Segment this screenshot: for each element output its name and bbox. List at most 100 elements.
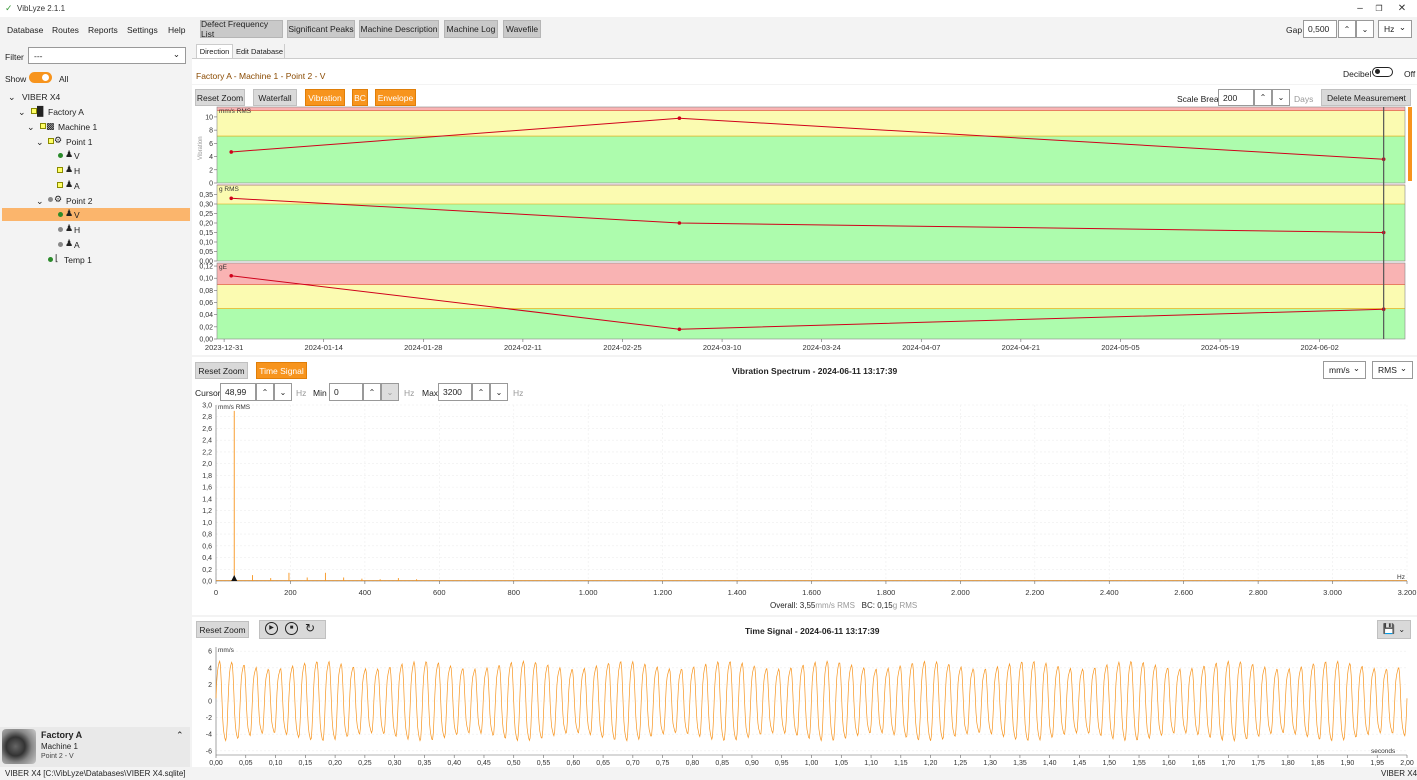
tree-item-point-2-v[interactable]: V: [74, 208, 80, 222]
x-tick-label: 1,55: [1132, 760, 1146, 767]
tab-edit-database[interactable]: Edit Database: [235, 44, 285, 58]
tree-item-machine-1[interactable]: Machine 1: [58, 120, 97, 134]
wavefile-button[interactable]: Wavefile: [503, 20, 541, 38]
y-tick-label: 0,6: [202, 543, 212, 550]
x-tick-label: 2024-03-10: [703, 343, 741, 352]
chevron-down-icon[interactable]: ⌄: [27, 122, 35, 133]
maximize-icon[interactable]: ❐: [1372, 4, 1386, 13]
tree-item-point-1-a[interactable]: A: [74, 179, 80, 193]
gap-unit-select[interactable]: Hz ⌄: [1378, 20, 1412, 38]
menu-routes[interactable]: Routes: [52, 25, 79, 35]
machine-icon: ▩: [46, 121, 55, 131]
defect-frequency-list-button[interactable]: Defect Frequency List: [200, 19, 283, 39]
y-tick-label: 0: [209, 181, 213, 188]
y-tick-label: 0,2: [202, 567, 212, 574]
chevron-down-icon[interactable]: ⌄: [36, 196, 44, 207]
filter-select[interactable]: --- ⌄: [28, 47, 186, 64]
tab-direction[interactable]: Direction: [196, 44, 233, 58]
x-unit-label: seconds: [1371, 748, 1396, 755]
status-bar: VIBER X4 [C:\VibLyze\Databases\VIBER X4.…: [0, 767, 1417, 780]
spectrum-chart[interactable]: 0,0 0,2 0,4 0,6 0,8 1,0 1,2 1,4 1,6 1,8 2,0 2,2 2,4 2…: [192, 357, 1417, 615]
close-icon[interactable]: ✕: [1395, 3, 1409, 14]
tree-item-point-1[interactable]: Point 1: [66, 135, 92, 149]
x-tick-label: 1,70: [1222, 760, 1236, 767]
chevron-down-icon[interactable]: ⌄: [36, 137, 44, 148]
tree-item-temp-1[interactable]: Temp 1: [64, 253, 92, 267]
sensor-icon: ♟: [65, 208, 74, 218]
gap-up-button[interactable]: ⌃: [1338, 20, 1356, 38]
x-tick-label: 0,65: [596, 760, 610, 767]
minimize-icon[interactable]: –: [1353, 3, 1367, 14]
show-toggle[interactable]: [29, 72, 52, 83]
x-tick-label: 400: [359, 588, 372, 597]
chevron-down-icon[interactable]: ⌄: [18, 107, 26, 118]
filter-value: ---: [34, 50, 43, 61]
chevron-up-icon[interactable]: ⌃: [176, 730, 184, 741]
x-tick-label: 2024-05-05: [1101, 343, 1139, 352]
tree-item-point-1-v[interactable]: V: [74, 149, 80, 163]
breadcrumb-bar: Factory A - Machine 1 - Point 2 - V Deci…: [192, 58, 1417, 84]
x-tick-label: 0,55: [537, 760, 551, 767]
x-tick-label: 2.400: [1100, 588, 1119, 597]
significant-peaks-button[interactable]: Significant Peaks: [287, 20, 355, 38]
gap-input[interactable]: 0,500: [1303, 20, 1337, 38]
x-tick-label: 1,40: [1043, 760, 1057, 767]
breadcrumb: Factory A - Machine 1 - Point 2 - V: [196, 71, 326, 81]
x-tick-label: 2024-02-25: [603, 343, 641, 352]
x-tick-label: 2.800: [1249, 588, 1268, 597]
x-tick-label: 1,80: [1281, 760, 1295, 767]
data-point: [677, 327, 682, 332]
y-tick-label: 0,20: [199, 221, 213, 228]
x-tick-label: 2024-01-28: [404, 343, 442, 352]
tree-item-point-2-a[interactable]: A: [74, 238, 80, 252]
x-tick-label: 1,00: [805, 760, 819, 767]
status-dot-icon: [58, 242, 63, 247]
machine-log-button[interactable]: Machine Log: [444, 20, 498, 38]
app-logo-icon: ✓: [5, 3, 13, 13]
status-square-icon: [57, 182, 63, 188]
tree-item-viber-x4[interactable]: VIBER X4: [22, 90, 60, 104]
app-title: VibLyze 2.1.1: [17, 4, 66, 13]
menu-settings[interactable]: Settings: [127, 25, 158, 35]
y-tick-label: 2,8: [202, 414, 212, 421]
x-tick-label: 0,10: [269, 760, 283, 767]
y-tick-label: 6: [209, 141, 213, 148]
tree-item-point-2-h[interactable]: H: [74, 223, 80, 237]
unit-label: g RMS: [219, 186, 240, 193]
y-tick-label: 2: [209, 167, 213, 174]
time-signal-chart[interactable]: -6 -4 -2 0 2 4 6 0,00 0,05 0,10 0,15 0,20 0,25 0,30 0,…: [192, 617, 1417, 767]
filter-label: Filter: [5, 52, 24, 62]
y-tick-label: 2,6: [202, 426, 212, 433]
time-signal-panel: Reset Zoom ▶ ■ ↻ Time Signal - 2024-06-1…: [192, 617, 1417, 767]
x-tick-label: 1.800: [877, 588, 896, 597]
chevron-down-icon[interactable]: ⌄: [8, 92, 16, 103]
sensor-icon: ♟: [65, 238, 74, 248]
x-tick-label: 2024-05-19: [1201, 343, 1239, 352]
x-tick-label: 1,95: [1370, 760, 1384, 767]
gap-down-button[interactable]: ⌄: [1356, 20, 1374, 38]
menu-reports[interactable]: Reports: [88, 25, 118, 35]
point-icon: ⚙: [54, 135, 63, 145]
x-tick-label: 1,30: [983, 760, 997, 767]
decibel-toggle[interactable]: [1372, 67, 1393, 77]
tree-item-point-1-h[interactable]: H: [74, 164, 80, 178]
machine-description-button[interactable]: Machine Description: [359, 20, 439, 38]
y-tick-label: 3,0: [202, 403, 212, 410]
status-dot-icon: [58, 212, 63, 217]
alarm-band-yellow: [217, 185, 1405, 204]
machine-card[interactable]: Factory A Machine 1 Point 2 - V ⌃: [0, 727, 190, 767]
tree-item-point-2[interactable]: Point 2: [66, 194, 92, 208]
x-tick-label: 0,40: [447, 760, 461, 767]
trend-charts[interactable]: 0246810mm/s RMSVibration0,000,050,100,15…: [192, 85, 1417, 355]
x-tick-label: 2,00: [1400, 760, 1414, 767]
x-tick-label: 2.000: [951, 588, 970, 597]
tree-item-factory-a[interactable]: Factory A: [48, 105, 84, 119]
menu-help[interactable]: Help: [168, 25, 185, 35]
y-tick-label: 0,4: [202, 555, 212, 562]
menu-database[interactable]: Database: [7, 25, 43, 35]
title-bar: ✓ VibLyze 2.1.1 – ❐ ✕: [0, 0, 1417, 17]
x-tick-label: 2024-02-11: [504, 343, 542, 352]
decibel-state: Off: [1404, 69, 1416, 79]
x-tick-label: 0,90: [745, 760, 759, 767]
y-tick-label: 2,2: [202, 449, 212, 456]
